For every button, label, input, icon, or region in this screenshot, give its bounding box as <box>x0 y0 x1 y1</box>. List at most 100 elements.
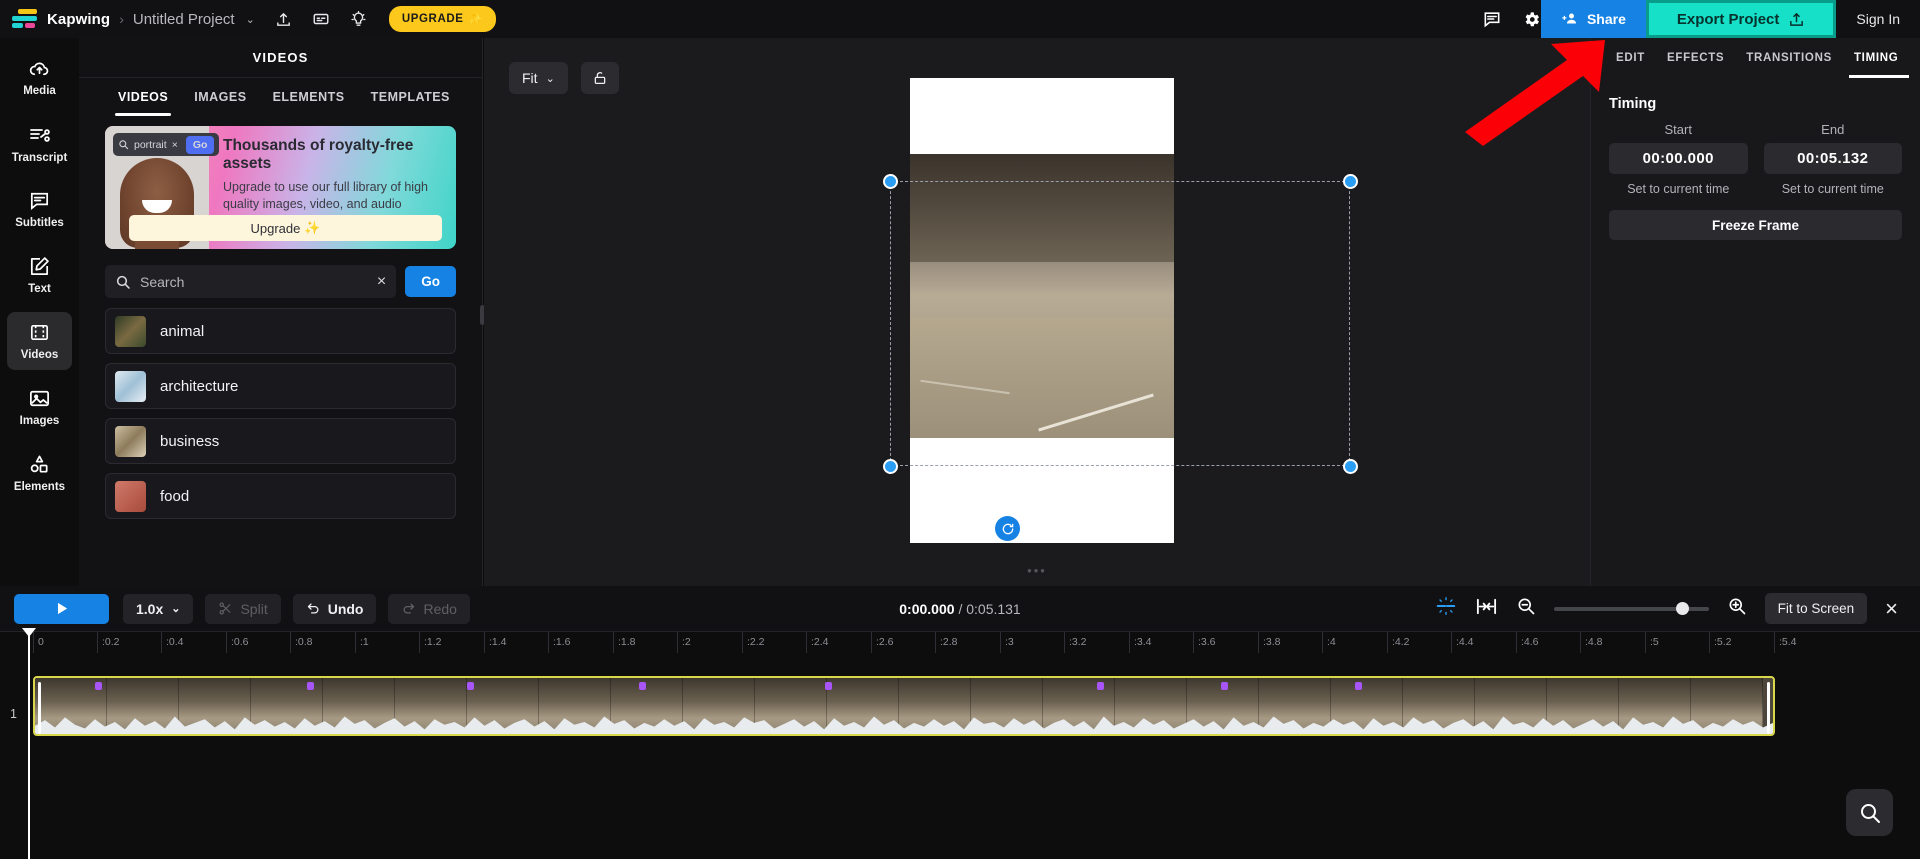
sidebar-item-transcript[interactable]: Transcript <box>7 114 72 172</box>
split-button[interactable]: Split <box>205 593 281 624</box>
play-button[interactable] <box>14 593 109 624</box>
timeline-search-button[interactable] <box>1846 789 1893 836</box>
fit-clip-icon[interactable] <box>1475 595 1498 623</box>
resize-handle-bl[interactable] <box>883 459 898 474</box>
resize-handle-br[interactable] <box>1343 459 1358 474</box>
sidebar-item-media[interactable]: Media <box>7 48 72 106</box>
chevron-down-icon[interactable]: ⌄ <box>246 13 255 26</box>
tab-timing[interactable]: TIMING <box>1843 38 1910 78</box>
category-label: food <box>160 487 190 505</box>
tab-elements[interactable]: ELEMENTS <box>260 78 358 116</box>
video-clip[interactable] <box>33 676 1775 736</box>
zoom-in-icon[interactable] <box>1727 596 1747 621</box>
sidebar-item-label: Media <box>23 85 56 97</box>
sidebar-item-text[interactable]: Text <box>7 246 72 304</box>
time-separator: / <box>954 600 967 617</box>
canvas-resize-grip[interactable]: ••• <box>1027 563 1047 578</box>
fit-dropdown[interactable]: Fit ⌄ <box>509 62 568 94</box>
undo-label: Undo <box>327 600 364 617</box>
close-timeline-icon[interactable]: × <box>1885 596 1898 622</box>
fit-to-screen-button[interactable]: Fit to Screen <box>1764 593 1868 624</box>
project-name[interactable]: Untitled Project <box>133 11 235 28</box>
resize-handle-tr[interactable] <box>1343 174 1358 189</box>
sidebar-item-videos[interactable]: Videos <box>7 312 72 370</box>
lightbulb-icon[interactable] <box>350 10 367 28</box>
sidebar-item-subtitles[interactable]: Subtitles <box>7 180 72 238</box>
text-edit-icon <box>30 257 49 276</box>
tab-transitions[interactable]: TRANSITIONS <box>1735 38 1843 78</box>
list-item[interactable]: business <box>105 418 456 464</box>
rotate-button[interactable] <box>995 516 1020 541</box>
ruler-tick: :4 <box>1327 636 1336 648</box>
search-input[interactable]: Search × <box>105 265 397 298</box>
film-icon <box>31 324 48 341</box>
resize-handle-tl[interactable] <box>883 174 898 189</box>
end-label: End <box>1821 122 1845 137</box>
end-time-input[interactable]: 00:05.132 <box>1763 143 1902 174</box>
ruler-tick: :3.4 <box>1134 636 1152 648</box>
sidebar-item-elements[interactable]: Elements <box>7 444 72 502</box>
ruler-tick: :4.4 <box>1456 636 1474 648</box>
sparkle-icon: ✨ <box>304 220 321 235</box>
captions-icon[interactable] <box>312 10 330 28</box>
search-go-button[interactable]: Go <box>405 266 456 297</box>
sidebar-item-images[interactable]: Images <box>7 378 72 436</box>
sidebar-item-label: Elements <box>13 481 66 493</box>
properties-panel: EDIT EFFECTS TRANSITIONS TIMING Timing S… <box>1590 38 1920 586</box>
end-set-current[interactable]: Set to current time <box>1764 182 1903 196</box>
elements-icon <box>30 455 48 473</box>
cloud-upload-icon <box>29 62 49 76</box>
list-item[interactable]: animal <box>105 308 456 354</box>
timeline-toolbar: 1.0x ⌄ Split Undo Redo 0:00.000 / 0:05.1… <box>0 586 1920 631</box>
promo-upgrade-button[interactable]: Upgrade ✨ <box>129 215 442 241</box>
comment-icon[interactable] <box>1482 9 1502 29</box>
sign-in-button[interactable]: Sign In <box>1836 11 1920 27</box>
timeline-ruler[interactable]: 0 :0.2 :0.4 :0.6 :0.8 :1 :1.2 :1.4 :1.6 … <box>0 631 1920 654</box>
subtitles-icon <box>30 192 49 210</box>
tab-templates[interactable]: TEMPLATES <box>358 78 463 116</box>
sidebar-item-label: Videos <box>20 349 59 361</box>
snap-toggle-icon[interactable] <box>1435 595 1457 622</box>
upload-icon[interactable] <box>275 11 292 28</box>
ruler-tick: :1.4 <box>489 636 507 648</box>
undo-button[interactable]: Undo <box>292 593 377 624</box>
start-time-input[interactable]: 00:00.000 <box>1609 143 1748 174</box>
redo-button[interactable]: Redo <box>388 593 470 624</box>
gear-icon[interactable] <box>1522 10 1541 29</box>
promo-card[interactable]: portrait × Go Thousands of royalty-free … <box>105 126 456 249</box>
ruler-tick: :5.4 <box>1779 636 1797 648</box>
tab-videos[interactable]: VIDEOS <box>105 78 181 116</box>
speed-dropdown[interactable]: 1.0x ⌄ <box>123 593 194 624</box>
share-button[interactable]: Share <box>1540 0 1646 38</box>
start-set-current[interactable]: Set to current time <box>1609 182 1748 196</box>
category-thumbnail <box>115 370 146 402</box>
search-icon <box>119 140 129 150</box>
search-icon <box>1860 803 1880 823</box>
split-label: Split <box>240 600 268 617</box>
tab-effects[interactable]: EFFECTS <box>1656 38 1735 78</box>
promo-search-term: portrait <box>134 138 167 151</box>
app-header: Kapwing › Untitled Project ⌄ UPGRADE ✨ S… <box>0 0 1920 38</box>
zoom-slider[interactable] <box>1553 601 1709 615</box>
ruler-tick: :5 <box>1650 636 1659 648</box>
playhead[interactable] <box>28 631 30 859</box>
sidebar-item-label: Text <box>28 283 51 295</box>
tab-images[interactable]: IMAGES <box>181 78 259 116</box>
ruler-tick: :3.6 <box>1198 636 1216 648</box>
list-item[interactable]: architecture <box>105 363 456 409</box>
rotate-icon <box>1002 523 1013 534</box>
export-project-button[interactable]: Export Project <box>1645 0 1837 38</box>
upgrade-label: UPGRADE <box>401 13 464 25</box>
upgrade-button[interactable]: UPGRADE ✨ <box>388 6 497 32</box>
promo-go-button: Go <box>185 135 215 154</box>
freeze-frame-button[interactable]: Freeze Frame <box>1609 210 1902 240</box>
canvas-area: Fit ⌄ ••• <box>484 38 1590 586</box>
brand-name[interactable]: Kapwing <box>47 11 110 28</box>
tab-edit[interactable]: EDIT <box>1605 38 1656 78</box>
clear-search-icon[interactable]: × <box>377 273 386 291</box>
lock-toggle-button[interactable] <box>580 62 619 94</box>
zoom-out-icon[interactable] <box>1516 596 1536 621</box>
kapwing-logo-icon[interactable] <box>12 8 38 30</box>
canvas-controls: Fit ⌄ <box>509 62 619 94</box>
list-item[interactable]: food <box>105 473 456 519</box>
